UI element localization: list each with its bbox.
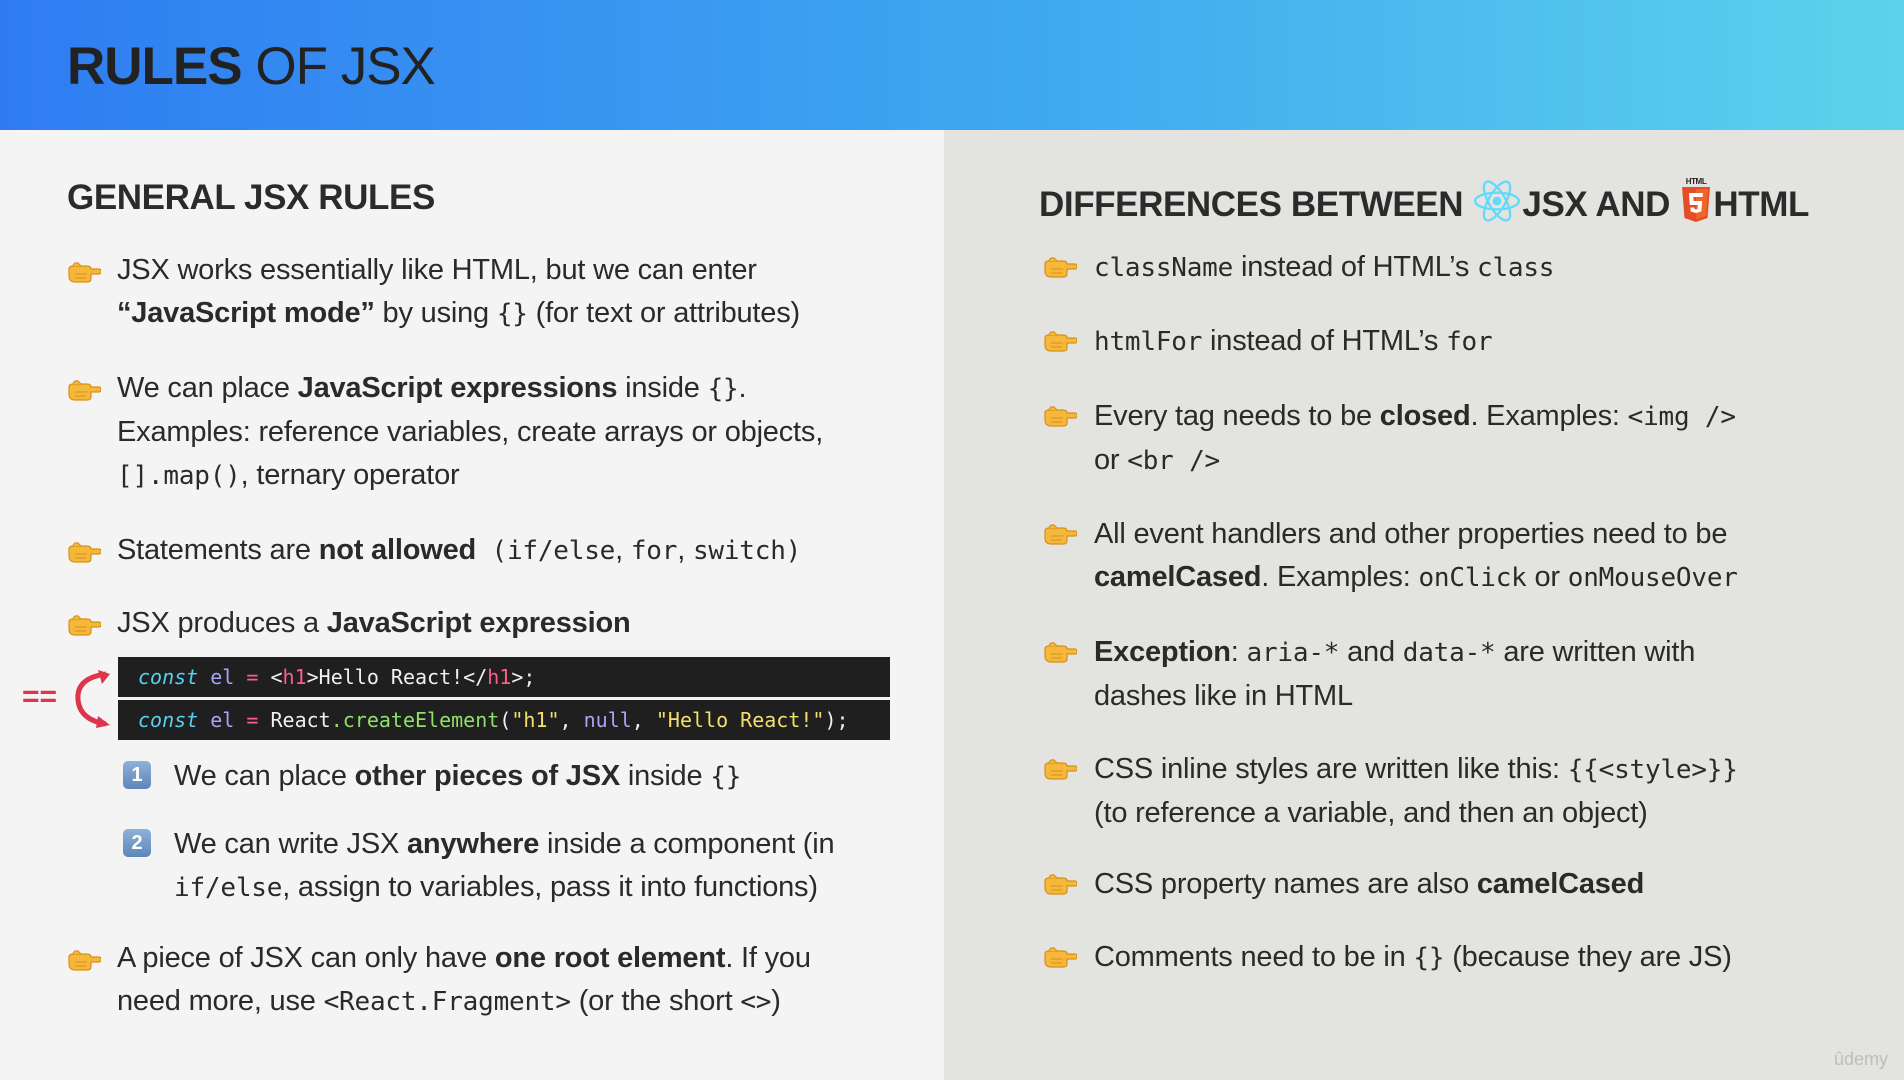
page-title: RULES OF JSX [67, 37, 436, 96]
diff-camelcased-handlers: All event handlers and other properties … [1094, 518, 1738, 593]
rule-expressions: We can place JavaScript expressions insi… [117, 372, 824, 491]
pointing-hand-icon [1043, 255, 1077, 279]
subrule-anywhere: We can write JSX anywhere inside a compo… [174, 828, 835, 903]
general-rules-heading: GENERAL JSX RULES [67, 178, 435, 217]
code-line-create-element: const el = React.createElement("h1", nul… [118, 700, 890, 740]
equivalence-sign: == [22, 680, 58, 713]
udemy-watermark: ûdemy [1833, 1049, 1888, 1069]
rule-produces-expression: JSX produces a JavaScript expression [117, 607, 631, 639]
curved-arrow-icon [75, 670, 110, 728]
react-logo-icon [1474, 180, 1521, 222]
pointing-hand-icon [1043, 329, 1077, 353]
number-two-badge: 2 [123, 829, 151, 857]
code-line-jsx: const el = <h1>Hello React!</h1>; [118, 657, 890, 697]
pointing-hand-icon [67, 378, 101, 402]
differences-heading: DIFFERENCES BETWEEN JSX AND HTML HTML [1039, 177, 1809, 224]
pointing-hand-icon [67, 260, 101, 284]
diff-css-property-names: CSS property names are also camelCased [1094, 868, 1645, 900]
pointing-hand-icon [1043, 757, 1077, 781]
subrule-nested-jsx: We can place other pieces of JSX inside … [174, 760, 742, 792]
rule-one-root-element: A piece of JSX can only have one root el… [117, 942, 811, 1017]
number-one-badge: 1 [123, 761, 151, 789]
pointing-hand-icon [1043, 945, 1077, 969]
pointing-hand-icon [1043, 872, 1077, 896]
diff-inline-styles: CSS inline styles are written like this:… [1094, 753, 1738, 829]
svg-text:HTML: HTML [1686, 177, 1707, 186]
diff-htmlfor: htmlFor instead of HTML’s for [1094, 325, 1493, 357]
html5-logo-icon: HTML [1682, 177, 1711, 222]
diff-closed-tags: Every tag needs to be closed. Examples: … [1094, 400, 1736, 476]
pointing-hand-icon [67, 613, 101, 637]
pointing-hand-icon [1043, 640, 1077, 664]
pointing-hand-icon [1043, 522, 1077, 546]
diff-exception-dashes: Exception: aria-* and data-* are written… [1094, 636, 1696, 712]
header-bar: RULES OF JSX [0, 0, 1904, 130]
rule-javascript-mode: JSX works essentially like HTML, but we … [117, 254, 800, 329]
pointing-hand-icon [67, 948, 101, 972]
diff-classname: className instead of HTML’s class [1094, 251, 1555, 283]
diff-comments: Comments need to be in {} (because they … [1094, 941, 1732, 973]
pointing-hand-icon [1043, 404, 1077, 428]
pointing-hand-icon [67, 540, 101, 564]
rule-statements: Statements are not allowed (if/else, for… [117, 534, 802, 566]
